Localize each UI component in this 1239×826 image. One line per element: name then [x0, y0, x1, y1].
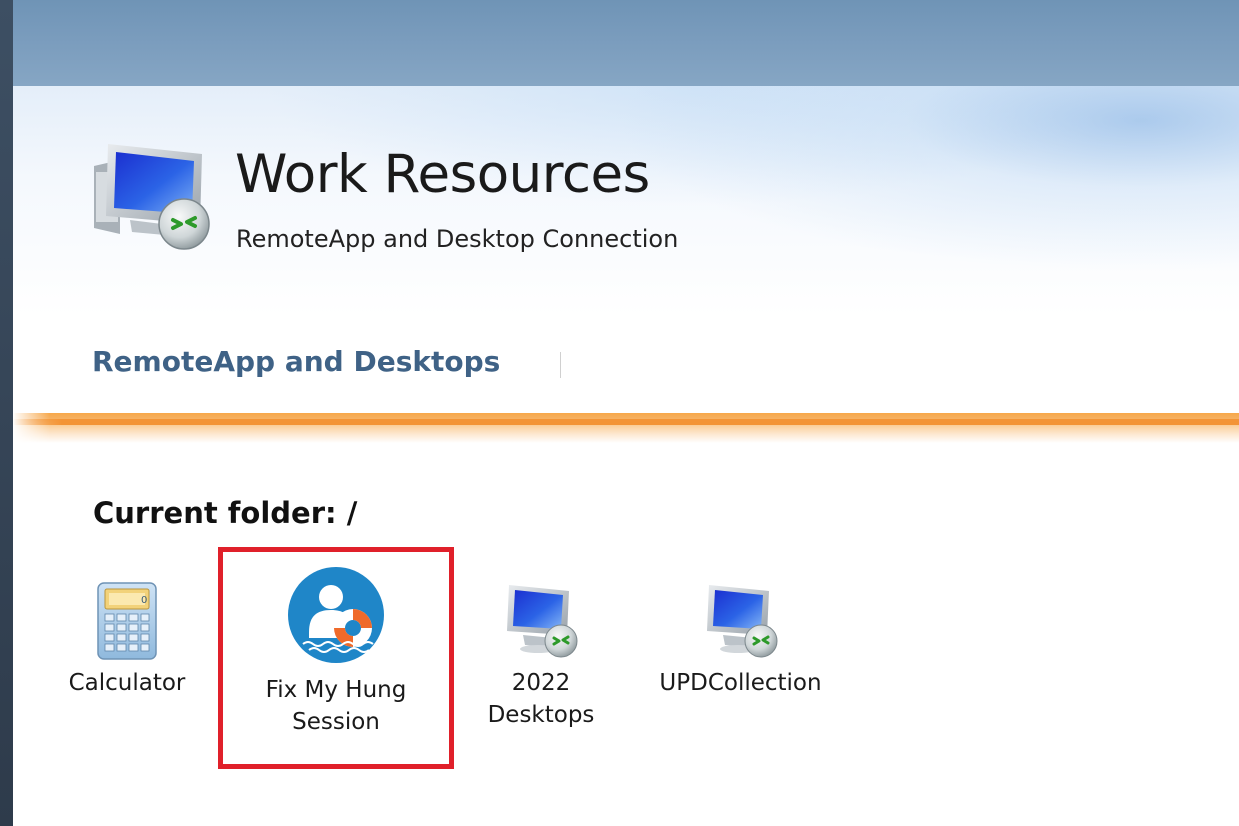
tab-remoteapp-and-desktops[interactable]: RemoteApp and Desktops [92, 348, 500, 376]
app-tile-2022-desktops[interactable]: 2022 Desktops [476, 581, 606, 731]
orange-accent-line [13, 419, 1239, 425]
page-subtitle: RemoteApp and Desktop Connection [236, 225, 679, 253]
calculator-icon: 0 [97, 582, 157, 660]
app-label-fix-my-hung-session: Fix My Hung Session [265, 677, 407, 735]
window-titlebar [0, 0, 1239, 86]
remoteapp-logo-icon [94, 144, 210, 250]
window-left-frame [0, 0, 13, 826]
lifebuoy-support-icon [288, 567, 384, 663]
app-tile-updcollection[interactable]: UPDCollection [653, 581, 828, 699]
nav-separator [560, 352, 561, 378]
app-label-2022-desktops: 2022 Desktops [487, 670, 595, 728]
remote-desktop-icon [507, 585, 578, 658]
app-tile-calculator[interactable]: 0 Calculator [61, 581, 193, 699]
remote-desktop-icon [706, 585, 777, 658]
app-label-updcollection: UPDCollection [659, 670, 822, 696]
app-tile-fix-my-hung-session[interactable]: Fix My Hung Session [241, 566, 431, 738]
svg-text:0: 0 [141, 595, 147, 606]
web-access-page: Work Resources RemoteApp and Desktop Con… [13, 86, 1239, 826]
current-folder-label: Current folder: / [93, 496, 358, 530]
app-label-calculator: Calculator [68, 670, 186, 696]
page-title: Work Resources [235, 144, 650, 205]
orange-accent-glow [13, 413, 1239, 443]
